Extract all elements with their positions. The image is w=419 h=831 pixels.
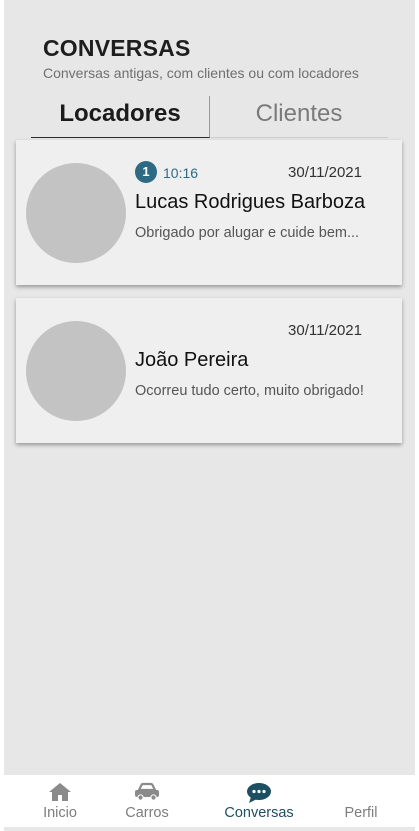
nav-label: Inicio — [43, 805, 77, 821]
contact-name: João Pereira — [135, 349, 249, 371]
nav-item-conversas[interactable]: Conversas — [209, 775, 309, 827]
nav-label: Carros — [125, 805, 169, 821]
conversation-tabs: Locadores Clientes — [31, 96, 388, 138]
bottom-nav: Inicio Carros Conversas Perfil — [4, 775, 415, 827]
nav-item-perfil[interactable]: Perfil — [311, 775, 411, 827]
message-time: 10:16 — [163, 165, 199, 181]
avatar — [26, 321, 126, 421]
page-title: CONVERSAS — [43, 35, 191, 61]
conversation-card[interactable]: 30/11/2021 João Pereira Ocorreu tudo cer… — [16, 298, 402, 443]
avatar — [26, 163, 126, 263]
message-date: 30/11/2021 — [288, 164, 362, 181]
message-preview: Ocorreu tudo certo, muito obrigado! — [135, 383, 364, 399]
page-header: CONVERSAS Conversas antigas, com cliente… — [43, 35, 359, 81]
user-icon — [350, 782, 372, 807]
nav-label: Conversas — [224, 805, 294, 821]
tab-locadores[interactable]: Locadores — [31, 96, 210, 138]
contact-name: Lucas Rodrigues Barboza — [135, 191, 366, 213]
car-icon — [133, 782, 161, 807]
page-subtitle: Conversas antigas, com clientes ou com l… — [43, 65, 359, 81]
home-icon — [48, 782, 72, 807]
nav-item-carros[interactable]: Carros — [97, 775, 197, 827]
app-screen: CONVERSAS Conversas antigas, com cliente… — [4, 0, 415, 831]
conversation-card[interactable]: 1 10:16 30/11/2021 Lucas Rodrigues Barbo… — [16, 140, 402, 285]
unread-badge: 1 — [135, 161, 157, 183]
message-date: 30/11/2021 — [288, 322, 362, 339]
tab-clientes[interactable]: Clientes — [210, 96, 388, 138]
nav-label: Perfil — [344, 805, 378, 821]
message-preview: Obrigado por alugar e cuide bem... — [135, 225, 360, 241]
nav-item-inicio[interactable]: Inicio — [10, 775, 110, 827]
